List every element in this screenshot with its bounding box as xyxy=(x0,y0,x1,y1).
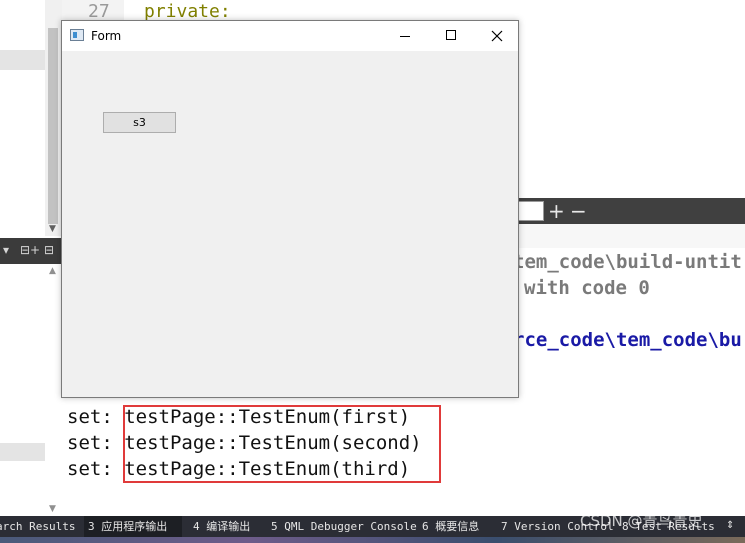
taskbar-strip xyxy=(0,537,745,543)
close-icon xyxy=(491,30,503,42)
tab-overview[interactable]: 6 概要信息 xyxy=(422,516,479,537)
watermark: CSDN @青鸟青史 xyxy=(580,512,703,530)
left-pane-toolbar: ▾ ⊟+ ⊟ xyxy=(0,238,62,264)
zoom-out-button[interactable]: − xyxy=(570,199,587,223)
form-window[interactable]: Form s3 xyxy=(61,20,519,398)
output-line: with code 0 xyxy=(524,277,650,299)
split-icon[interactable]: ⊟+ xyxy=(20,243,40,257)
tab-scroll-icon[interactable]: ⇕ xyxy=(726,520,734,531)
window-title: Form xyxy=(91,29,122,43)
highlight-annotation-box xyxy=(123,405,441,483)
tab-compile-output[interactable]: 4 编译输出 xyxy=(193,516,250,537)
selected-gutter-row xyxy=(0,443,45,461)
minimize-icon xyxy=(400,36,410,37)
maximize-icon xyxy=(446,30,456,40)
tab-search-results[interactable]: arch Results xyxy=(0,516,75,537)
minimize-button[interactable] xyxy=(382,21,428,51)
scrollbar-thumb[interactable] xyxy=(48,28,58,224)
window-app-icon xyxy=(70,29,84,41)
tab-qml-debugger-console[interactable]: 5 QML Debugger Console xyxy=(271,516,417,537)
tab-application-output[interactable]: 3 应用程序输出 xyxy=(84,516,182,537)
output-prefix: set: xyxy=(67,458,125,480)
scroll-up-icon[interactable]: ▲ xyxy=(49,266,56,276)
s3-button[interactable]: s3 xyxy=(103,112,176,133)
output-prefix: set: xyxy=(67,432,125,454)
form-titlebar[interactable]: Form xyxy=(62,21,518,51)
selected-gutter-row xyxy=(0,50,45,70)
output-line: tem_code\build-untit xyxy=(513,251,742,273)
dropdown-icon[interactable]: ▾ xyxy=(3,243,9,257)
close-pane-icon[interactable]: ⊟ xyxy=(44,243,54,257)
close-button[interactable] xyxy=(474,21,520,51)
output-prefix: set: xyxy=(67,406,125,428)
zoom-in-button[interactable]: + xyxy=(548,199,565,223)
scroll-down-icon[interactable]: ▼ xyxy=(49,224,56,234)
output-line: rce_code\tem_code\bu xyxy=(513,329,742,351)
scroll-down-icon[interactable]: ▼ xyxy=(49,504,56,514)
output-filter-input[interactable] xyxy=(518,201,544,221)
editor-scrollbar[interactable]: ▼ xyxy=(45,0,62,236)
maximize-button[interactable] xyxy=(428,21,474,51)
